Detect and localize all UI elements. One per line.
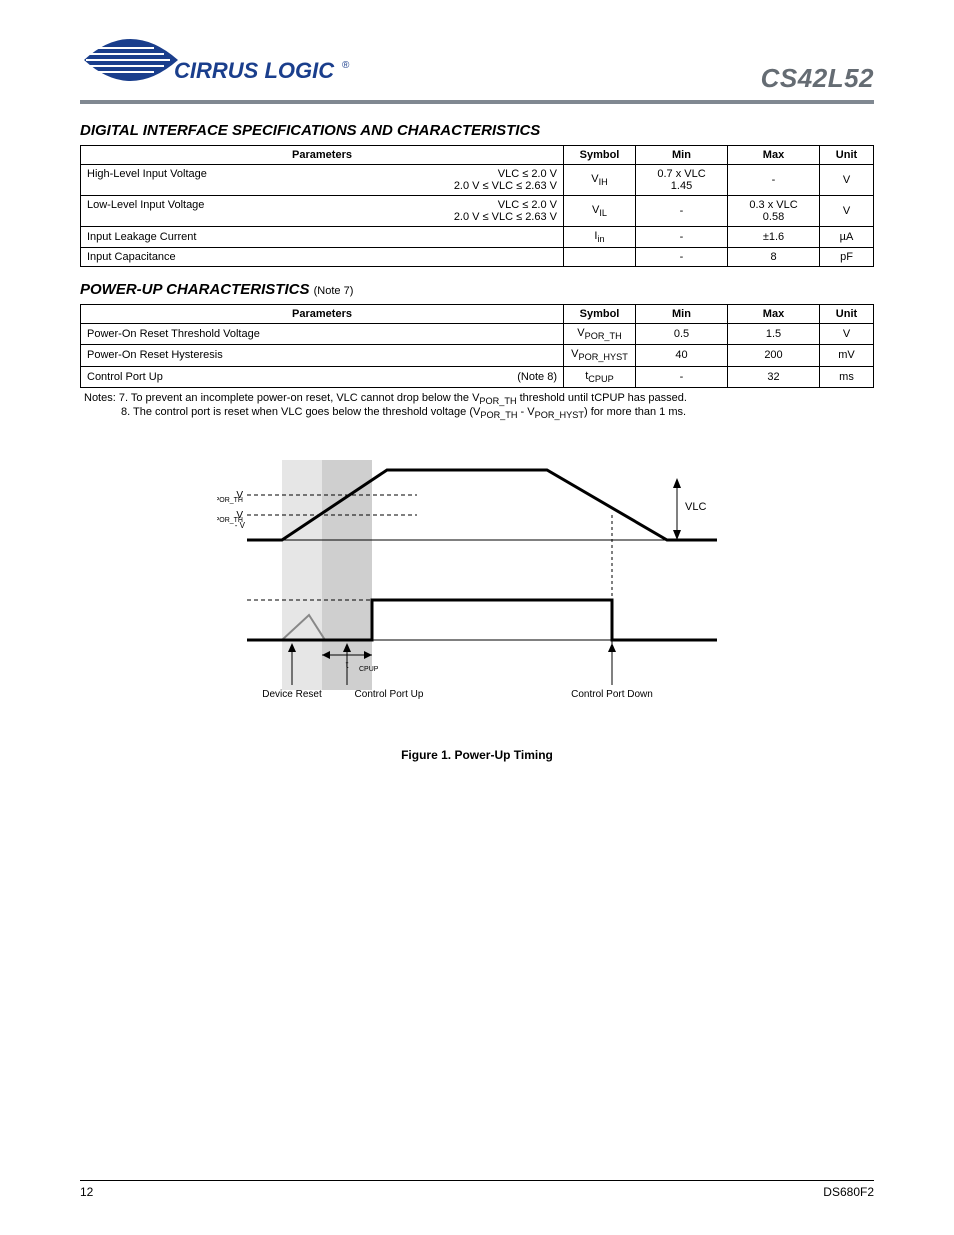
min-cell: 0.5 — [636, 324, 728, 345]
param-condition: VLC ≤ 2.0 V 2.0 V ≤ VLC ≤ 2.63 V — [446, 199, 557, 223]
col-max: Max — [728, 146, 820, 165]
col-min: Min — [636, 305, 728, 324]
row-note-ref: (Note 8) — [517, 371, 557, 383]
min-cell: - — [636, 227, 728, 248]
cirrus-logic-logo-icon: CIRRUS LOGIC ® — [80, 30, 350, 94]
col-min: Min — [636, 146, 728, 165]
symbol-cell: VPOR_TH — [564, 324, 636, 345]
max-cell: 200 — [728, 345, 820, 366]
section-title-power-up: POWER-UP CHARACTERISTICS (Note 7) — [80, 281, 874, 298]
col-symbol: Symbol — [564, 146, 636, 165]
header-rule — [80, 100, 874, 104]
unit-cell: V — [820, 324, 874, 345]
param-label: Low-Level Input Voltage — [87, 199, 446, 223]
label-vlc: VLC — [685, 501, 706, 513]
symbol-cell: VIL — [564, 196, 636, 227]
col-parameters: Parameters — [81, 146, 564, 165]
symbol-cell: tCPUP — [564, 366, 636, 387]
min-cell: - — [636, 248, 728, 267]
unit-cell: V — [820, 165, 874, 196]
max-cell: 1.5 — [728, 324, 820, 345]
logo-brand-text: CIRRUS LOGIC — [174, 58, 335, 83]
unit-cell: µA — [820, 227, 874, 248]
symbol-cell: VPOR_HYST — [564, 345, 636, 366]
unit-cell: ms — [820, 366, 874, 387]
table-header-row: Parameters Symbol Min Max Unit — [81, 146, 874, 165]
logo-reg-mark: ® — [342, 60, 350, 71]
param-label: Power-On Reset Hysteresis — [81, 345, 564, 366]
table-row: Power-On Reset Hysteresis VPOR_HYST 40 2… — [81, 345, 874, 366]
table-row: High-Level Input Voltage VLC ≤ 2.0 V 2.0… — [81, 165, 874, 196]
svg-text:POR_TH: POR_TH — [217, 497, 243, 504]
table-row: Input Capacitance - 8 pF — [81, 248, 874, 267]
unit-cell: mV — [820, 345, 874, 366]
min-cell: - — [636, 366, 728, 387]
param-condition: VLC ≤ 2.0 V 2.0 V ≤ VLC ≤ 2.63 V — [446, 168, 557, 192]
label-device-reset: Device Reset — [262, 689, 322, 700]
table-row: Input Leakage Current Iin - ±1.6 µA — [81, 227, 874, 248]
logo: CIRRUS LOGIC ® — [80, 30, 350, 94]
col-parameters: Parameters — [81, 305, 564, 324]
max-cell: - — [728, 165, 820, 196]
figure-power-up-timing: VLC V POR_TH V POR_TH t CPUP Device Rese… — [80, 440, 874, 730]
doc-id: DS680F2 — [823, 1185, 874, 1199]
max-cell: 32 — [728, 366, 820, 387]
page-number: 12 — [80, 1185, 93, 1199]
label-control-port-down: Control Port Down — [571, 689, 653, 700]
col-max: Max — [728, 305, 820, 324]
page-footer: 12 DS680F2 — [80, 1180, 874, 1199]
table-row: Control Port Up (Note 8) tCPUP - 32 ms — [81, 366, 874, 387]
table-row: Power-On Reset Threshold Voltage VPOR_TH… — [81, 324, 874, 345]
symbol-cell: VIH — [564, 165, 636, 196]
param-label: Control Port Up (Note 8) — [81, 366, 564, 387]
min-cell: - — [636, 196, 728, 227]
note-7: Notes: 7. To prevent an incomplete power… — [84, 392, 874, 406]
table-header-row: Parameters Symbol Min Max Unit — [81, 305, 874, 324]
label-control-port-up: Control Port Up — [355, 689, 424, 700]
table-row: Low-Level Input Voltage VLC ≤ 2.0 V 2.0 … — [81, 196, 874, 227]
svg-text:- V: - V — [235, 521, 246, 530]
page-header: CIRRUS LOGIC ® CS42L52 — [80, 30, 874, 94]
notes-block: Notes: 7. To prevent an incomplete power… — [84, 392, 874, 420]
col-unit: Unit — [820, 305, 874, 324]
digital-interface-table: Parameters Symbol Min Max Unit High-Leve… — [80, 145, 874, 267]
max-cell: 8 — [728, 248, 820, 267]
section-note-ref: (Note 7) — [314, 285, 354, 297]
param-label: Input Leakage Current — [81, 227, 564, 248]
symbol-cell: Iin — [564, 227, 636, 248]
param-label: High-Level Input Voltage — [87, 168, 446, 192]
part-number: CS42L52 — [761, 63, 874, 94]
max-cell: ±1.6 — [728, 227, 820, 248]
param-label: Power-On Reset Threshold Voltage — [81, 324, 564, 345]
symbol-cell — [564, 248, 636, 267]
note-8: 8. The control port is reset when VLC go… — [84, 406, 874, 420]
power-up-table: Parameters Symbol Min Max Unit Power-On … — [80, 304, 874, 388]
param-label: Input Capacitance — [81, 248, 564, 267]
unit-cell: pF — [820, 248, 874, 267]
figure-caption: Figure 1. Power-Up Timing — [80, 748, 874, 762]
min-cell: 0.7 x VLC 1.45 — [636, 165, 728, 196]
col-unit: Unit — [820, 146, 874, 165]
col-symbol: Symbol — [564, 305, 636, 324]
unit-cell: V — [820, 196, 874, 227]
svg-text:CPUP: CPUP — [359, 666, 379, 673]
section-title-digital-interface: DIGITAL INTERFACE SPECIFICATIONS AND CHA… — [80, 122, 874, 139]
min-cell: 40 — [636, 345, 728, 366]
max-cell: 0.3 x VLC 0.58 — [728, 196, 820, 227]
